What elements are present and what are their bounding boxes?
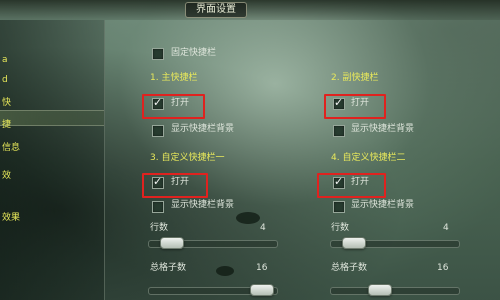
slider-handle[interactable] <box>249 284 274 296</box>
secondary-bg-checkbox[interactable] <box>333 125 345 137</box>
background-shadow <box>216 266 234 276</box>
slider-left-rows-label: 行数 <box>150 223 169 233</box>
custom-two-bg-label: 显示快捷栏背景 <box>351 200 415 210</box>
main-bg-checkbox[interactable] <box>152 125 164 137</box>
sidebar-item-3[interactable]: 捷 <box>2 120 11 131</box>
section-secondary-title: 2. 副快捷栏 <box>331 73 379 83</box>
slider-right-rows[interactable] <box>330 237 460 249</box>
sidebar: a d 快 捷 信息 效 效果 <box>0 20 105 300</box>
sidebar-item-1[interactable]: d <box>2 75 8 86</box>
fixed-shortcut-checkbox[interactable] <box>152 48 164 60</box>
sidebar-item-6[interactable]: 效果 <box>2 213 20 224</box>
sidebar-item-2[interactable]: 快 <box>2 98 11 109</box>
slider-left-rows[interactable] <box>148 237 278 249</box>
sidebar-item-0[interactable]: a <box>2 55 8 66</box>
slider-right-total-label: 总格子数 <box>331 263 368 273</box>
slider-left-total[interactable] <box>148 284 278 296</box>
custom-one-bg-label: 显示快捷栏背景 <box>171 200 235 210</box>
slider-handle[interactable] <box>341 237 366 249</box>
section-custom-two-title: 4. 自定义快捷栏二 <box>331 153 406 163</box>
highlight-custom-two-open <box>317 173 386 198</box>
highlight-custom-one-open <box>142 173 208 198</box>
slider-left-total-label: 总格子数 <box>150 263 187 273</box>
slider-left-rows-value: 4 <box>260 223 266 233</box>
sidebar-selected-item-bg <box>0 110 104 126</box>
section-main-title: 1. 主快捷栏 <box>150 73 198 83</box>
highlight-main-open <box>142 94 205 119</box>
sidebar-item-5[interactable]: 效 <box>2 171 11 182</box>
slider-right-total[interactable] <box>330 284 460 296</box>
custom-two-bg-checkbox[interactable] <box>333 201 345 213</box>
main-bg-label: 显示快捷栏背景 <box>171 124 235 134</box>
slider-right-rows-label: 行数 <box>331 223 350 233</box>
slider-handle[interactable] <box>159 237 184 249</box>
highlight-secondary-open <box>324 94 386 119</box>
background-shadow <box>236 212 260 224</box>
secondary-bg-label: 显示快捷栏背景 <box>351 124 415 134</box>
slider-left-total-value: 16 <box>256 263 268 273</box>
section-custom-one-title: 3. 自定义快捷栏一 <box>150 153 225 163</box>
title-bar <box>0 0 500 20</box>
slider-right-rows-value: 4 <box>443 223 449 233</box>
window-title: 界面设置 <box>185 2 247 18</box>
slider-right-total-value: 16 <box>437 263 449 273</box>
sidebar-item-4[interactable]: 信息 <box>2 143 20 154</box>
custom-one-bg-checkbox[interactable] <box>152 201 164 213</box>
fixed-shortcut-label: 固定快捷栏 <box>171 48 217 58</box>
slider-handle[interactable] <box>368 284 393 296</box>
